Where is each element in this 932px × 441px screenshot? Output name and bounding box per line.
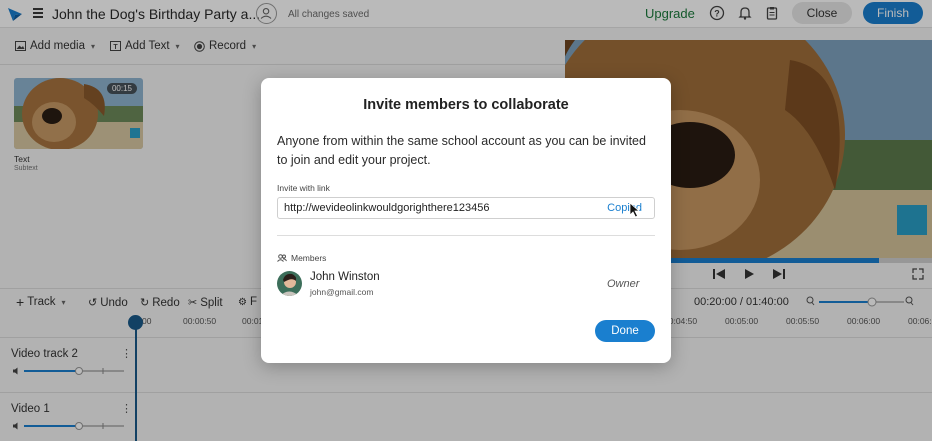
done-button[interactable]: Done xyxy=(595,320,655,342)
dialog-divider xyxy=(277,235,655,236)
avatar xyxy=(277,271,302,296)
invite-link-label: Invite with link xyxy=(277,183,330,193)
members-icon xyxy=(277,254,287,262)
dialog-title: Invite members to collaborate xyxy=(363,97,569,113)
member-name: John Winston xyxy=(310,271,380,283)
invite-link-url: http://wevideolinkwouldgorighthere123456 xyxy=(284,202,490,214)
members-heading: Members xyxy=(277,253,326,263)
member-role: Owner xyxy=(607,278,640,290)
mouse-cursor-icon xyxy=(629,202,641,218)
invite-members-dialog: Invite members to collaborate Anyone fro… xyxy=(261,78,671,363)
member-email: john@gmail.com xyxy=(310,287,374,297)
members-heading-label: Members xyxy=(291,253,327,263)
invite-link-field[interactable]: http://wevideolinkwouldgorighthere123456… xyxy=(277,197,655,219)
dialog-description: Anyone from within the same school accou… xyxy=(277,134,646,167)
